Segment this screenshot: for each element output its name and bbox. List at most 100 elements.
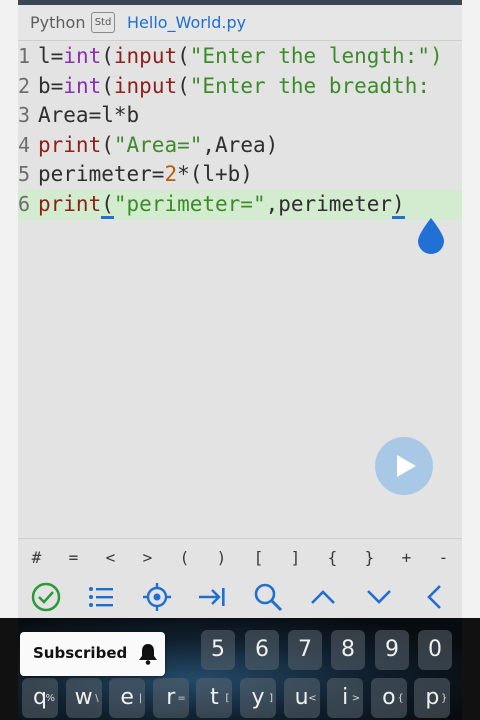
line-code[interactable]: print("Area=",Area) — [38, 131, 278, 161]
key-w[interactable]: w \ — [65, 678, 102, 718]
key-8[interactable]: 8 — [331, 630, 365, 670]
code-token: l= — [38, 44, 64, 68]
target-icon[interactable] — [139, 579, 175, 615]
symbol-key[interactable]: + — [392, 548, 422, 567]
key-alt-label: ] — [269, 693, 273, 704]
key-label: r — [166, 685, 176, 710]
code-token: 2 — [164, 162, 178, 187]
code-line[interactable]: 4 print("Area=",Area) — [18, 131, 462, 161]
left-edge — [0, 0, 18, 720]
code-line[interactable]: 2 b=int(input("Enter the breadth: — [18, 72, 462, 102]
key-i[interactable]: i > — [327, 678, 364, 718]
key-alt-label: [ — [225, 693, 230, 704]
line-code[interactable]: perimeter=2*(l+b) — [38, 160, 253, 190]
key-label: i — [342, 685, 349, 710]
symbol-key[interactable]: - — [429, 548, 459, 567]
line-number: 4 — [18, 132, 31, 157]
key-alt-label: \ — [95, 693, 99, 704]
chevron-down-icon[interactable] — [361, 579, 397, 615]
tab-indent-icon[interactable] — [194, 579, 230, 615]
key-e[interactable]: e | — [109, 678, 146, 718]
code-token: int — [63, 73, 102, 98]
code-token: input — [113, 44, 178, 68]
symbol-key[interactable]: = — [59, 548, 89, 567]
tab-file-name[interactable]: Hello_World.py — [127, 13, 246, 32]
code-token: "Enter the length:") — [189, 44, 443, 68]
toast-label: Subscribed — [33, 644, 128, 662]
symbol-key[interactable]: # — [22, 548, 52, 567]
key-alt-label: } — [441, 693, 448, 704]
symbol-key[interactable]: ] — [281, 548, 311, 567]
key-r[interactable]: r = — [152, 678, 189, 718]
subscribed-toast[interactable]: Subscribed — [20, 632, 165, 676]
line-code[interactable]: b=int(input("Enter the breadth: — [38, 72, 430, 102]
list-icon[interactable] — [83, 579, 119, 615]
symbol-bar: # = < > () [] {} + - — [18, 538, 462, 576]
key-label: o — [382, 685, 396, 710]
key-5[interactable]: 5 — [201, 630, 235, 670]
key-p[interactable]: p} — [414, 678, 451, 718]
code-token: ( — [101, 73, 114, 98]
code-line[interactable]: 5 perimeter=2*(l+b) — [18, 160, 462, 190]
line-number: 5 — [18, 162, 31, 187]
line-number: 6 — [18, 191, 31, 216]
key-label: t — [210, 685, 219, 710]
key-o[interactable]: o{ — [370, 678, 407, 718]
key-alt-label: { — [397, 693, 404, 704]
symbol-key[interactable]: { — [318, 548, 348, 567]
code-token: ,perimeter) — [266, 191, 405, 219]
symbol-key[interactable]: ) — [207, 548, 237, 567]
key-label: y — [251, 685, 265, 710]
code-token: ( — [101, 132, 114, 157]
code-token: print — [38, 132, 102, 157]
code-token: "Enter the breadth: — [189, 73, 430, 98]
key-alt-label: < — [308, 693, 317, 704]
chevron-left-icon[interactable] — [416, 579, 452, 615]
key-y[interactable]: y] — [240, 678, 276, 718]
code-editor[interactable]: 1 l=int(input("Enter the length:") 2 b=int(… — [18, 42, 462, 220]
tab-language[interactable]: Python — [30, 13, 85, 32]
key-0[interactable]: 0 — [418, 630, 452, 670]
tool-bar — [18, 576, 462, 618]
line-code[interactable]: l=int(input("Enter the length:") — [38, 42, 443, 72]
key-q[interactable]: q% — [22, 678, 58, 718]
key-label: u — [294, 685, 309, 710]
symbol-key[interactable]: < — [96, 548, 126, 567]
right-edge — [462, 0, 480, 720]
key-6[interactable]: 6 — [245, 630, 279, 670]
symbol-key[interactable]: } — [355, 548, 385, 567]
search-icon[interactable] — [250, 579, 286, 615]
code-token: ,Area) — [202, 132, 279, 157]
cursor-handle-icon[interactable] — [418, 218, 444, 254]
code-token: int — [63, 44, 102, 68]
key-alt-label: % — [45, 693, 55, 704]
code-token: input — [113, 73, 178, 98]
key-label: e — [120, 685, 134, 710]
code-line[interactable]: 3 Area=l*b — [18, 101, 462, 131]
code-token: "perimeter=" — [113, 191, 266, 216]
code-token: ( — [177, 73, 190, 98]
code-token: perimeter= — [38, 162, 165, 187]
code-token: *(l+b) — [177, 162, 253, 187]
key-9[interactable]: 9 — [375, 630, 409, 670]
line-code[interactable]: Area=l*b — [38, 101, 139, 131]
check-circle-icon[interactable] — [28, 579, 64, 615]
line-number: 2 — [18, 73, 31, 98]
symbol-key[interactable]: > — [133, 548, 163, 567]
key-t[interactable]: t[ — [196, 678, 233, 718]
code-token: "Area=" — [113, 132, 203, 157]
code-line[interactable]: 6 print("perimeter=",perimeter) — [18, 189, 462, 220]
symbol-key[interactable]: [ — [244, 548, 274, 567]
key-alt-label: = — [177, 693, 186, 704]
code-token: ( — [101, 44, 114, 68]
line-code[interactable]: print("perimeter=",perimeter) — [38, 190, 405, 220]
run-button[interactable] — [375, 437, 433, 495]
code-line[interactable]: 1 l=int(input("Enter the length:") — [18, 42, 462, 72]
symbol-key[interactable]: ( — [170, 548, 200, 567]
code-token: print — [38, 191, 102, 216]
chevron-up-icon[interactable] — [305, 579, 341, 615]
std-badge[interactable]: Std — [91, 12, 115, 33]
editor-screen: Python Std Hello_World.py 1 l=int(input("… — [18, 0, 462, 720]
key-7[interactable]: 7 — [288, 630, 322, 670]
key-u[interactable]: u < — [283, 678, 320, 718]
